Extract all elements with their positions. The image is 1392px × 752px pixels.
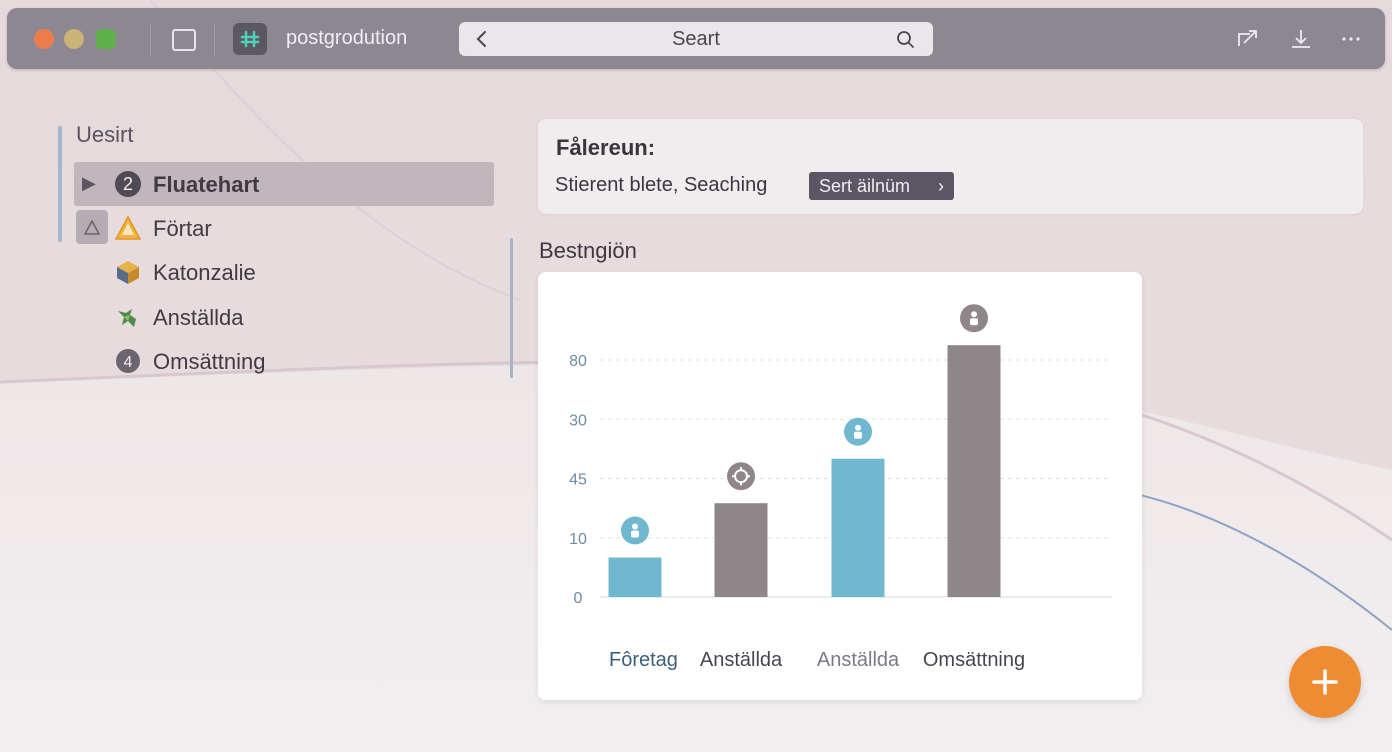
bar-chart: 0 10 45 30 80 Fôretag Anställda Anställda Omsätt… [569, 304, 1112, 671]
search-bar[interactable]: Seart [459, 22, 933, 56]
info-action-button[interactable]: Sert äilnüm › [809, 172, 954, 200]
x-tick-label: Anställda [700, 649, 783, 671]
sidebar-item-anstallda[interactable]: Anställda [74, 295, 494, 339]
y-tick-label: 80 [569, 353, 587, 370]
close-window-button[interactable] [34, 29, 54, 49]
bar [947, 345, 1001, 597]
sidebar-item-fortar[interactable]: Förtar [74, 206, 494, 250]
sidebar-item-label: Katonzalie [153, 260, 256, 285]
section-title: Bestngiön [539, 238, 637, 263]
share-icon[interactable] [1235, 26, 1261, 52]
people-icon [118, 309, 136, 327]
add-button[interactable] [1289, 646, 1361, 718]
person-icon [844, 417, 872, 446]
x-tick-label: Fôretag [609, 649, 678, 671]
box-icon [117, 261, 139, 284]
sidebar-item-fluatehart[interactable]: ▶ 2 Fluatehart [74, 162, 494, 206]
number-badge-icon: 2 [115, 171, 141, 197]
person-icon [960, 304, 988, 333]
sidebar-item-katonzalie[interactable]: Katonzalie [74, 250, 494, 294]
sidebar-item-label: Omsättning [153, 349, 266, 374]
toolbar-separator [150, 25, 151, 55]
info-text: Stierent blete, Seaching [555, 174, 768, 196]
search-input[interactable]: Seart [459, 28, 933, 51]
person-icon [621, 516, 649, 545]
sidebar-item-label: Förtar [153, 216, 212, 241]
app-name: postgrodution [286, 27, 408, 49]
warning-icon [114, 215, 142, 240]
info-action-label: Sert äilnüm [819, 176, 911, 196]
window-toolbar: postgrodution Seart [7, 8, 1385, 69]
info-card: Fålereun: Stierent blete, Seaching Sert … [538, 119, 1363, 214]
app-icon[interactable] [233, 23, 267, 55]
toolbar-separator [214, 25, 215, 55]
pane-divider[interactable] [510, 238, 513, 378]
sidebar-item-label: Anställda [153, 305, 244, 330]
y-tick-label: 10 [569, 531, 587, 548]
sidebar-accent [58, 126, 62, 242]
sidebar-toggle-icon[interactable] [172, 29, 196, 51]
sidebar-badge: 4 [124, 354, 133, 371]
sidebar-lead-icon [76, 210, 108, 244]
y-tick-label: 45 [569, 472, 587, 489]
plus-icon [1312, 669, 1338, 695]
y-tick-label: 0 [574, 590, 583, 607]
chevron-right-icon: › [938, 176, 944, 196]
sidebar-item-label: Fluatehart [153, 172, 260, 197]
maximize-window-button[interactable] [96, 29, 116, 49]
x-tick-label: Anställda [817, 649, 900, 671]
sidebar-title: Uesirt [76, 122, 134, 147]
info-title: Fålereun: [556, 135, 656, 160]
more-icon[interactable] [1338, 26, 1364, 52]
search-icon[interactable] [896, 30, 916, 50]
app-logo-icon [240, 30, 260, 48]
bar [831, 458, 885, 597]
sidebar-badge: 2 [123, 174, 133, 194]
minimize-window-button[interactable] [64, 29, 84, 49]
disclosure-triangle-icon[interactable]: ▶ [82, 173, 96, 194]
x-tick-label: Omsättning [923, 649, 1025, 671]
gear-icon [727, 462, 755, 491]
number-badge-icon: 4 [116, 349, 140, 373]
sidebar-item-omsattning[interactable]: 4 Omsättning [74, 339, 494, 383]
triangle-outline-icon [83, 219, 101, 235]
bar [608, 557, 662, 597]
bar [714, 503, 768, 597]
y-tick-label: 30 [569, 412, 587, 429]
download-icon[interactable] [1288, 26, 1314, 52]
chart-card: 0 10 45 30 80 Fôretag Anställda Anställda Omsätt… [538, 272, 1142, 700]
